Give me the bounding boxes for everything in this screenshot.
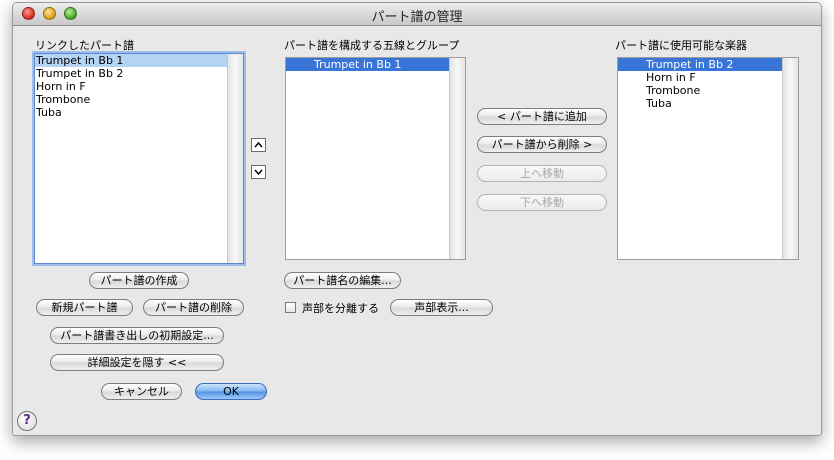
staves-groups-list[interactable]: Trumpet in Bb 1 [285,57,466,260]
help-icon[interactable]: ? [17,411,37,431]
scrollbar[interactable] [782,58,798,259]
list-item[interactable]: Trombone [618,84,798,97]
chevron-down-icon [254,169,263,176]
create-part-button[interactable]: パート譜の作成 [89,272,189,289]
list-item[interactable]: Trumpet in Bb 2 [618,58,798,71]
move-part-up-button[interactable] [251,138,266,152]
split-voices-label: 声部を分離する [302,302,379,315]
ok-button[interactable]: OK [195,383,267,400]
part-extraction-defaults-button[interactable]: パート譜書き出しの初期設定... [50,327,224,344]
move-down-button[interactable]: 下へ移動 [477,194,607,211]
manage-parts-dialog: パート譜の管理 リンクしたパート譜 Trumpet in Bb 1 Trumpe… [12,2,822,436]
available-instruments-list[interactable]: Trumpet in Bb 2 Horn in F Trombone Tuba [617,57,799,260]
voice-display-button[interactable]: 声部表示... [390,299,493,316]
new-part-button[interactable]: 新規パート譜 [36,299,133,316]
available-instruments-label: パート譜に使用可能な楽器 [615,39,747,52]
list-item[interactable]: Horn in F [618,71,798,84]
list-item[interactable]: Trombone [35,93,243,106]
hide-advanced-button[interactable]: 詳細設定を隠す << [50,354,224,371]
move-up-button[interactable]: 上へ移動 [477,165,607,182]
linked-parts-label: リンクしたパート譜 [35,39,134,52]
cancel-button[interactable]: キャンセル [101,383,182,400]
split-voices-checkbox[interactable] [285,302,296,313]
scrollbar[interactable] [449,58,465,259]
scrollbar[interactable] [227,54,243,263]
list-item[interactable]: Trumpet in Bb 1 [286,58,465,71]
move-part-down-button[interactable] [251,165,266,179]
window-title: パート譜の管理 [371,10,463,25]
list-item[interactable]: Trumpet in Bb 2 [35,67,243,80]
linked-parts-list[interactable]: Trumpet in Bb 1 Trumpet in Bb 2 Horn in … [34,53,244,264]
list-item[interactable]: Tuba [618,97,798,110]
edit-part-name-button[interactable]: パート譜名の編集... [284,272,401,289]
list-item[interactable]: Trumpet in Bb 1 [35,54,243,67]
chevron-up-icon [254,141,263,148]
list-item[interactable]: Tuba [35,106,243,119]
add-to-part-button[interactable]: < パート譜に追加 [477,108,607,125]
staves-groups-label: パート譜を構成する五線とグループ [284,39,460,52]
remove-from-part-button[interactable]: パート譜から削除 > [477,136,607,153]
delete-part-button[interactable]: パート譜の削除 [143,299,244,316]
list-item[interactable]: Horn in F [35,80,243,93]
title-bar: パート譜の管理 [13,3,821,26]
